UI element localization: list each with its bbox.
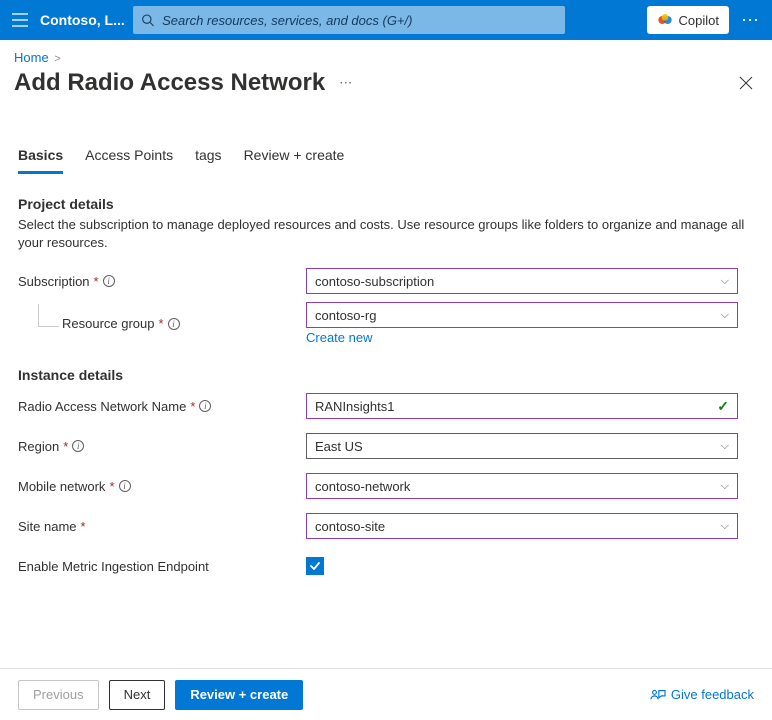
- resource-group-label: Resource group: [62, 316, 155, 331]
- site-name-label: Site name: [18, 519, 77, 534]
- region-label: Region: [18, 439, 59, 454]
- info-icon[interactable]: i: [72, 440, 84, 452]
- enable-metric-checkbox[interactable]: [306, 557, 324, 575]
- required-asterisk: *: [94, 274, 99, 289]
- subscription-value: contoso-subscription: [315, 274, 434, 289]
- tab-review-create[interactable]: Review + create: [244, 141, 345, 174]
- copilot-button[interactable]: Copilot: [647, 6, 729, 34]
- site-name-value: contoso-site: [315, 519, 385, 534]
- tenant-name[interactable]: Contoso, L...: [40, 12, 125, 28]
- field-site-name: Site name * contoso-site ⌵: [18, 513, 754, 539]
- page-header: Add Radio Access Network ⋯: [0, 65, 772, 97]
- ran-name-label: Radio Access Network Name: [18, 399, 186, 414]
- project-details-description: Select the subscription to manage deploy…: [18, 216, 754, 252]
- page-more-icon[interactable]: ⋯: [339, 75, 353, 91]
- required-asterisk: *: [109, 479, 114, 494]
- mobile-network-label: Mobile network: [18, 479, 105, 494]
- chevron-down-icon: ⌵: [721, 520, 729, 533]
- feedback-icon: [650, 688, 666, 702]
- mobile-network-value: contoso-network: [315, 479, 410, 494]
- form-tabs: Basics Access Points tags Review + creat…: [0, 141, 772, 174]
- field-enable-metric: Enable Metric Ingestion Endpoint: [18, 553, 754, 579]
- required-asterisk: *: [63, 439, 68, 454]
- top-bar: Contoso, L... Copilot ⋯: [0, 0, 772, 40]
- page-title: Add Radio Access Network: [14, 69, 325, 97]
- hamburger-menu-icon[interactable]: [8, 8, 32, 32]
- required-asterisk: *: [190, 399, 195, 414]
- form-content: Project details Select the subscription …: [0, 174, 772, 579]
- info-icon[interactable]: i: [119, 480, 131, 492]
- search-icon: [141, 13, 154, 27]
- topbar-more-icon[interactable]: ⋯: [737, 10, 764, 31]
- chevron-down-icon: ⌵: [721, 440, 729, 453]
- required-asterisk: *: [159, 316, 164, 331]
- chevron-down-icon: ⌵: [721, 275, 729, 288]
- subscription-select[interactable]: contoso-subscription ⌵: [306, 268, 738, 294]
- field-ran-name: Radio Access Network Name * i RANInsight…: [18, 393, 754, 419]
- field-subscription: Subscription * i contoso-subscription ⌵: [18, 268, 754, 294]
- section-project-details: Project details: [18, 196, 754, 212]
- chevron-down-icon: ⌵: [721, 480, 729, 493]
- subscription-label: Subscription: [18, 274, 90, 289]
- region-select[interactable]: East US ⌵: [306, 433, 738, 459]
- field-mobile-network: Mobile network * i contoso-network ⌵: [18, 473, 754, 499]
- site-name-select[interactable]: contoso-site ⌵: [306, 513, 738, 539]
- create-new-link[interactable]: Create new: [306, 330, 372, 345]
- wizard-footer: Previous Next Review + create Give feedb…: [0, 668, 772, 720]
- give-feedback-link[interactable]: Give feedback: [650, 687, 754, 702]
- info-icon[interactable]: i: [168, 318, 180, 330]
- copilot-icon: [657, 12, 673, 28]
- field-region: Region * i East US ⌵: [18, 433, 754, 459]
- chevron-down-icon: ⌵: [721, 309, 729, 322]
- resource-group-value: contoso-rg: [315, 308, 376, 323]
- field-resource-group: Resource group * i contoso-rg ⌵ Create n…: [18, 302, 754, 345]
- ran-name-value: RANInsights1: [315, 399, 394, 414]
- search-input[interactable]: [160, 12, 557, 29]
- valid-checkmark-icon: ✓: [717, 398, 729, 415]
- required-asterisk: *: [81, 519, 86, 534]
- global-search[interactable]: [133, 6, 565, 34]
- chevron-right-icon: >: [52, 53, 62, 65]
- ran-name-input[interactable]: RANInsights1 ✓: [306, 393, 738, 419]
- region-value: East US: [315, 439, 363, 454]
- tab-tags[interactable]: tags: [195, 141, 221, 174]
- info-icon[interactable]: i: [103, 275, 115, 287]
- breadcrumb-home[interactable]: Home: [14, 50, 49, 65]
- enable-metric-label: Enable Metric Ingestion Endpoint: [18, 559, 209, 574]
- info-icon[interactable]: i: [199, 400, 211, 412]
- copilot-label: Copilot: [679, 13, 719, 28]
- tab-basics[interactable]: Basics: [18, 141, 63, 174]
- feedback-label: Give feedback: [671, 687, 754, 702]
- close-icon[interactable]: [734, 71, 758, 95]
- mobile-network-select[interactable]: contoso-network ⌵: [306, 473, 738, 499]
- next-button[interactable]: Next: [109, 680, 166, 710]
- section-instance-details: Instance details: [18, 367, 754, 383]
- tab-access-points[interactable]: Access Points: [85, 141, 173, 174]
- breadcrumb: Home >: [0, 40, 772, 65]
- previous-button: Previous: [18, 680, 99, 710]
- resource-group-select[interactable]: contoso-rg ⌵: [306, 302, 738, 328]
- review-create-button[interactable]: Review + create: [175, 680, 303, 710]
